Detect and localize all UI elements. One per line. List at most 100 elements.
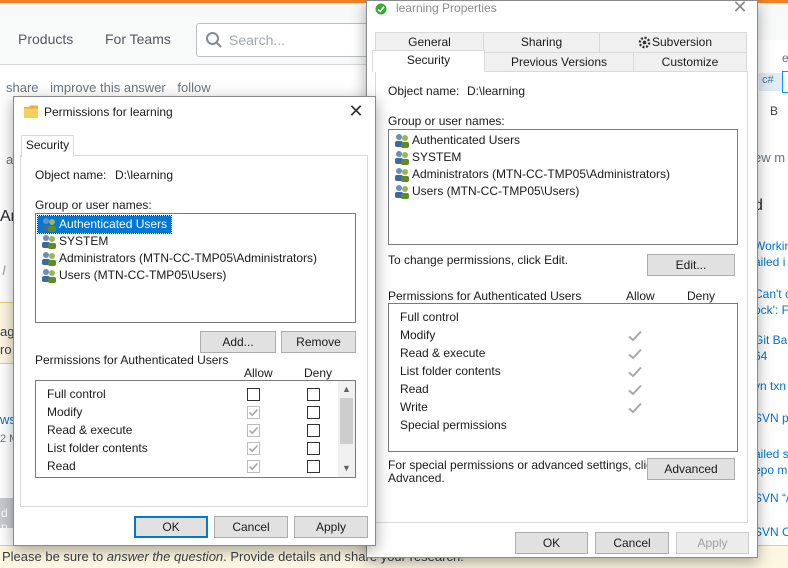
allow-check-icon (627, 401, 643, 415)
properties-dialog: learning Properties ✕ General Sharing Su… (366, 0, 758, 558)
object-name-label: Object name: (388, 84, 460, 98)
perm-ok-button[interactable]: OK (134, 516, 208, 538)
allow-checkbox[interactable] (247, 388, 260, 401)
user-group-icon (42, 269, 56, 283)
search-icon (206, 32, 222, 48)
nav-products[interactable]: Products (18, 31, 73, 47)
user-name: Authenticated Users (412, 133, 521, 147)
allow-check-icon (627, 329, 643, 343)
deny-checkbox[interactable] (307, 406, 320, 419)
properties-titlebar: learning Properties ✕ (367, 0, 757, 31)
allow-check-icon (627, 347, 643, 361)
sidebar-link[interactable]: Workin (754, 238, 788, 254)
tab-sharing[interactable]: Sharing (483, 32, 600, 52)
properties-user-list[interactable]: Authenticated Users SYSTEM Administrator… (388, 129, 738, 245)
sidebar-link[interactable]: Can't c (754, 286, 788, 302)
user-row-administrators[interactable]: Administrators (MTN-CC-TMP05\Administrat… (391, 166, 674, 183)
permissions-title: Permissions for learning (44, 105, 173, 119)
allow-check-icon (627, 365, 643, 379)
sidebar-link[interactable]: ailed i (754, 254, 785, 270)
user-row-system[interactable]: SYSTEM (391, 149, 465, 166)
tab-previous-versions-label: Previous Versions (510, 55, 608, 69)
sidebar-link[interactable]: Git Ba (754, 332, 787, 348)
search-placeholder: Search... (229, 32, 286, 48)
user-row-authenticated[interactable]: Authenticated Users (391, 132, 524, 149)
perm-permission-name: List folder contents (47, 441, 148, 455)
allow-checkbox[interactable] (247, 424, 260, 437)
edit-button[interactable]: Edit... (647, 254, 735, 276)
perm-user-row[interactable]: Administrators (MTN-CC-TMP05\Administrat… (38, 250, 321, 267)
add-button[interactable]: Add... (200, 331, 276, 353)
perm-user-list[interactable]: Authenticated Users SYSTEM Administrators … (35, 213, 356, 323)
perm-permission-name: Read & execute (47, 423, 133, 437)
sidebar-text: egus (782, 51, 788, 65)
perm-apply-button[interactable]: Apply (294, 516, 368, 538)
properties-apply-button[interactable]: Apply (676, 532, 749, 554)
properties-title: learning Properties (396, 1, 497, 15)
share-link[interactable]: share (6, 80, 39, 95)
permission-name: Read (400, 382, 429, 396)
sidebar-link[interactable]: vn txn (754, 378, 786, 394)
improve-answer-link[interactable]: improve this answer (50, 80, 166, 95)
tab-general[interactable]: General (375, 32, 484, 52)
perm-user-row[interactable]: Authenticated Users (36, 215, 173, 234)
remove-button[interactable]: Remove (281, 331, 356, 353)
user-name: Users (MTN-CC-TMP05\Users) (412, 184, 580, 198)
permission-name: Read & execute (400, 346, 486, 360)
advanced-hint-line2: Advanced. (388, 471, 445, 485)
permission-name: Full control (400, 310, 459, 324)
post-button-fragment[interactable]: d p (0, 498, 14, 534)
allow-checkbox[interactable] (247, 460, 260, 473)
perm-tab-security-label: Security (25, 138, 70, 152)
perm-tab-security[interactable]: Security (21, 135, 74, 157)
tab-security-label: Security (406, 53, 451, 67)
perm-user-row[interactable]: SYSTEM (38, 233, 112, 250)
group-names-label: Group or user names: (388, 114, 505, 128)
site-search-input[interactable]: Search... (196, 23, 386, 57)
tortoise-folder-icon (375, 3, 387, 15)
permissions-close-button[interactable]: ✕ (345, 101, 367, 123)
sidebar-link[interactable]: ock': F (754, 302, 788, 318)
perm-permission-name: Read (47, 459, 76, 473)
permission-name: Special permissions (400, 418, 507, 432)
tab-previous-versions[interactable]: Previous Versions (484, 52, 634, 72)
scroll-thumb[interactable] (340, 398, 353, 444)
allow-check-icon (627, 383, 643, 397)
tag-input-fragment[interactable] (782, 71, 788, 93)
advanced-button[interactable]: Advanced (647, 458, 735, 480)
properties-close-button[interactable]: ✕ (729, 0, 751, 19)
tab-customize[interactable]: Customize (633, 52, 747, 72)
tab-subversion[interactable]: Subversion (599, 32, 747, 52)
perm-security-page: Object name: D:\learning Group or user n… (20, 155, 368, 507)
properties-cancel-button[interactable]: Cancel (595, 532, 669, 554)
sidebar-link[interactable]: ailed s (754, 446, 788, 462)
scroll-down-arrow-icon[interactable]: ▼ (341, 463, 352, 474)
sidebar-link[interactable]: SVN p (754, 410, 788, 426)
perm-list-scrollbar[interactable]: ▲ ▼ (338, 381, 355, 477)
user-row-users[interactable]: Users (MTN-CC-TMP05\Users) (391, 183, 583, 200)
user-group-icon (42, 235, 56, 249)
user-name: Administrators (MTN-CC-TMP05\Administrat… (412, 167, 671, 181)
deny-checkbox[interactable] (307, 442, 320, 455)
sidebar-link[interactable]: SVN “/ (754, 490, 788, 506)
allow-checkbox[interactable] (247, 442, 260, 455)
properties-ok-button[interactable]: OK (515, 532, 588, 554)
deny-checkbox[interactable] (307, 424, 320, 437)
perm-cancel-button[interactable]: Cancel (214, 516, 288, 538)
nav-for-teams[interactable]: For Teams (105, 31, 171, 47)
deny-checkbox[interactable] (307, 460, 320, 473)
tab-security[interactable]: Security (372, 50, 485, 72)
follow-link[interactable]: follow (177, 80, 210, 95)
scroll-up-arrow-icon[interactable]: ▲ (341, 384, 352, 395)
tag-csharp[interactable]: c# (759, 73, 783, 91)
deny-header: Deny (687, 289, 716, 303)
perm-permissions-header: Permissions for Authenticated Users (35, 353, 229, 367)
sidebar-link[interactable]: SVN C (754, 524, 788, 540)
left-fragment: I (2, 262, 6, 278)
sidebar-link[interactable]: epo m (754, 462, 787, 478)
deny-checkbox[interactable] (307, 388, 320, 401)
user-name: Administrators (MTN-CC-TMP05\Administrat… (59, 251, 318, 265)
allow-checkbox[interactable] (247, 406, 260, 419)
perm-user-row[interactable]: Users (MTN-CC-TMP05\Users) (38, 267, 230, 284)
permissions-dialog: Permissions for learning ✕ Security Obje… (13, 96, 376, 546)
